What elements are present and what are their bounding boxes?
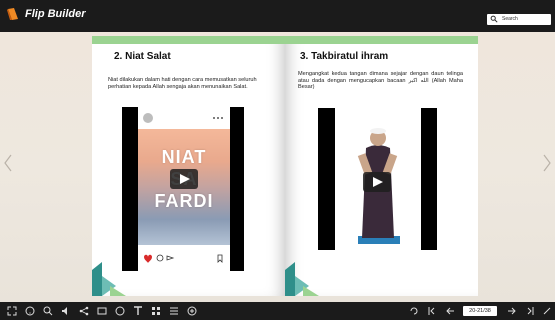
- previous-page-arrow-icon[interactable]: [3, 153, 13, 173]
- thumbnails-icon[interactable]: [150, 305, 162, 317]
- next-page-arrow-icon[interactable]: [542, 153, 552, 173]
- play-button[interactable]: [363, 172, 391, 192]
- app-brand: Flip Builder: [25, 8, 86, 20]
- social-post-frame: NIAT SA FARDI: [138, 107, 230, 271]
- search-icon: [490, 15, 498, 23]
- table-of-contents-icon[interactable]: [168, 305, 180, 317]
- overlay-line-1: NIAT: [161, 147, 207, 167]
- comment-icon[interactable]: [114, 305, 126, 317]
- print-icon[interactable]: [96, 305, 108, 317]
- post-header: [143, 113, 223, 123]
- text-icon[interactable]: [132, 305, 144, 317]
- help-icon[interactable]: [24, 305, 36, 317]
- sound-icon[interactable]: [60, 305, 72, 317]
- comment-icon: [156, 254, 164, 262]
- overlay-line-3: FARDI: [154, 191, 214, 211]
- share-icon: [166, 255, 175, 261]
- flip-builder-logo-icon: [7, 8, 18, 20]
- left-page-heading: 2. Niat Salat: [114, 51, 171, 62]
- left-page: 2. Niat Salat Niat dilakukan dalam hati …: [92, 36, 285, 296]
- search-input[interactable]: Search: [487, 14, 551, 25]
- play-button[interactable]: [170, 169, 198, 189]
- top-toolbar: Flip Builder Search: [0, 0, 555, 32]
- right-page: 3. Takbiratul ihram Mengangkat kedua tan…: [285, 36, 478, 296]
- page-accent-bar: [285, 36, 478, 44]
- search-placeholder: Search: [502, 16, 518, 22]
- next-page-icon[interactable]: [506, 305, 518, 317]
- settings-icon[interactable]: [541, 305, 553, 317]
- fullscreen-icon[interactable]: [6, 305, 18, 317]
- bottom-toolbar: 20-21/38: [0, 302, 555, 320]
- right-page-heading: 3. Takbiratul ihram: [300, 51, 389, 62]
- page-number-input[interactable]: 20-21/38: [463, 306, 497, 316]
- share-icon[interactable]: [78, 305, 90, 317]
- zoom-in-icon[interactable]: [186, 305, 198, 317]
- last-page-icon[interactable]: [524, 305, 536, 317]
- page-corner-decoration: [92, 262, 126, 296]
- left-page-body: Niat dilakukan dalam hati dengan cara me…: [108, 77, 257, 90]
- takbir-video[interactable]: [318, 108, 437, 250]
- zoom-icon[interactable]: [42, 305, 54, 317]
- page-accent-bar: [92, 36, 285, 44]
- post-image: NIAT SA FARDI: [138, 129, 230, 245]
- bookmark-icon: [217, 254, 223, 263]
- page-corner-decoration: [285, 262, 319, 296]
- first-page-icon[interactable]: [426, 305, 438, 317]
- previous-page-icon[interactable]: [444, 305, 456, 317]
- right-page-body: Mengangkat kedua tangan dimana sejajar d…: [298, 71, 464, 91]
- niat-video[interactable]: NIAT SA FARDI: [122, 107, 244, 271]
- heart-icon: [144, 254, 152, 263]
- post-actions: [144, 254, 223, 263]
- rotate-icon[interactable]: [408, 305, 420, 317]
